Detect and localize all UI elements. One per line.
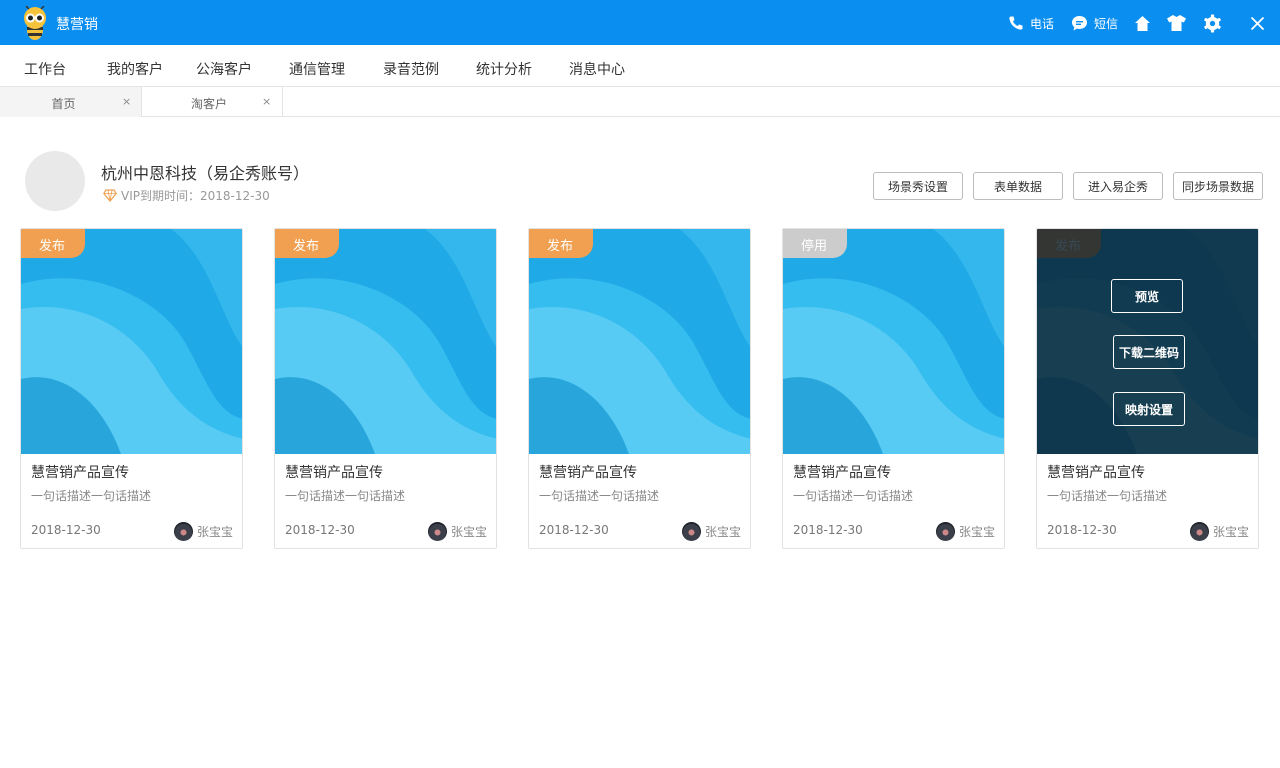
status-badge: 发布 <box>529 229 593 258</box>
phone-button[interactable]: 电话 <box>1008 12 1054 34</box>
tab-bar: 首页 × 淘客户 × <box>0 87 1280 117</box>
author-name: 张宝宝 <box>1212 525 1249 539</box>
phone-icon <box>1009 16 1023 30</box>
account-avatar <box>25 151 85 211</box>
card-date: 2018-12-30 <box>793 523 863 537</box>
author-name: 张宝宝 <box>704 525 741 539</box>
diamond-icon <box>103 189 117 202</box>
enter-eqxiu-button[interactable]: 进入易企秀 <box>1073 172 1163 200</box>
card-date: 2018-12-30 <box>1047 523 1117 537</box>
tab-label: 首页 <box>51 97 76 111</box>
close-window-button[interactable] <box>1250 12 1265 34</box>
sync-scene-data-button[interactable]: 同步场景数据 <box>1173 172 1263 200</box>
card-date: 2018-12-30 <box>285 523 355 537</box>
status-badge: 发布 <box>275 229 339 258</box>
vip-label: VIP到期时间： <box>121 189 200 203</box>
tab-find-customers[interactable]: 淘客户 × <box>142 87 283 117</box>
card-title: 慧营销产品宣传 <box>793 465 891 481</box>
card-title: 慧营销产品宣传 <box>31 465 129 481</box>
phone-label: 电话 <box>1030 16 1055 31</box>
author-avatar <box>681 522 701 541</box>
card-description: 一句话描述一句话描述 <box>793 489 914 503</box>
author-avatar <box>173 522 193 541</box>
scene-card[interactable]: 发布 预览 下载二维码 映射设置 慧营销产品宣传 一句话描述一句话描述 2018… <box>1036 228 1259 549</box>
card-author: 张宝宝 <box>1189 522 1249 541</box>
menu-item-statistics[interactable]: 统计分析 <box>476 59 532 79</box>
menu-item-my-customers[interactable]: 我的客户 <box>107 59 163 79</box>
sms-label: 短信 <box>1094 16 1119 31</box>
card-title: 慧营销产品宣传 <box>1047 465 1145 481</box>
download-qr-button[interactable]: 下载二维码 <box>1113 335 1185 369</box>
status-badge: 发布 <box>21 229 85 258</box>
title-bar: 慧营销 电话 短信 <box>0 0 1280 45</box>
scene-card[interactable]: 停用 慧营销产品宣传 一句话描述一句话描述 2018-12-30 张宝宝 <box>782 228 1005 549</box>
card-title: 慧营销产品宣传 <box>539 465 637 481</box>
card-description: 一句话描述一句话描述 <box>539 489 660 503</box>
card-author: 张宝宝 <box>173 522 233 541</box>
author-name: 张宝宝 <box>450 525 487 539</box>
bee-logo-icon <box>24 6 46 40</box>
app-title: 慧营销 <box>56 17 98 33</box>
tab-label: 淘客户 <box>190 97 227 111</box>
shirt-icon <box>1167 15 1186 31</box>
card-description: 一句话描述一句话描述 <box>31 489 152 503</box>
author-name: 张宝宝 <box>196 525 233 539</box>
menu-item-recording-examples[interactable]: 录音范例 <box>383 59 439 79</box>
card-description: 一句话描述一句话描述 <box>1047 489 1168 503</box>
card-date: 2018-12-30 <box>539 523 609 537</box>
form-data-button[interactable]: 表单数据 <box>973 172 1063 200</box>
home-icon <box>1135 15 1150 31</box>
scene-card[interactable]: 发布 慧营销产品宣传 一句话描述一句话描述 2018-12-30 张宝宝 <box>20 228 243 549</box>
author-name: 张宝宝 <box>958 525 995 539</box>
tab-home[interactable]: 首页 × <box>0 87 142 117</box>
close-icon <box>1250 16 1265 30</box>
message-icon <box>1072 15 1087 30</box>
card-date: 2018-12-30 <box>31 523 101 537</box>
menu-item-workbench[interactable]: 工作台 <box>24 59 66 79</box>
skin-button[interactable] <box>1166 12 1187 34</box>
card-hover-overlay: 预览 下载二维码 映射设置 <box>1037 229 1258 454</box>
author-avatar <box>935 522 955 541</box>
vip-expiry: VIP到期时间： 2018-12-30 <box>103 187 270 204</box>
sms-button[interactable]: 短信 <box>1071 12 1118 34</box>
scene-thumbnail <box>529 229 750 454</box>
menu-item-communication[interactable]: 通信管理 <box>289 59 345 79</box>
author-avatar <box>427 522 447 541</box>
scene-thumbnail <box>275 229 496 454</box>
menu-item-public-customers[interactable]: 公海客户 <box>196 59 252 79</box>
vip-date: 2018-12-30 <box>200 188 270 203</box>
tab-close-icon[interactable]: × <box>122 95 131 108</box>
mapping-settings-button[interactable]: 映射设置 <box>1113 392 1185 426</box>
card-author: 张宝宝 <box>427 522 487 541</box>
scene-settings-button[interactable]: 场景秀设置 <box>873 172 963 200</box>
scene-card[interactable]: 发布 慧营销产品宣传 一句话描述一句话描述 2018-12-30 张宝宝 <box>274 228 497 549</box>
card-title: 慧营销产品宣传 <box>285 465 383 481</box>
menu-item-messages[interactable]: 消息中心 <box>569 59 625 79</box>
gear-icon <box>1204 13 1221 33</box>
scene-card[interactable]: 发布 慧营销产品宣传 一句话描述一句话描述 2018-12-30 张宝宝 <box>528 228 751 549</box>
settings-button[interactable] <box>1203 12 1222 34</box>
scene-thumbnail <box>783 229 1004 454</box>
author-avatar <box>1189 522 1209 541</box>
status-badge: 停用 <box>783 229 847 258</box>
card-author: 张宝宝 <box>681 522 741 541</box>
card-author: 张宝宝 <box>935 522 995 541</box>
main-menu: 工作台 我的客户 公海客户 通信管理 录音范例 统计分析 消息中心 <box>0 45 1280 87</box>
card-description: 一句话描述一句话描述 <box>285 489 406 503</box>
tab-close-icon[interactable]: × <box>262 95 271 108</box>
account-name: 杭州中恩科技（易企秀账号） <box>101 164 310 183</box>
scene-thumbnail <box>21 229 242 454</box>
home-button[interactable] <box>1134 12 1151 34</box>
preview-button[interactable]: 预览 <box>1111 279 1183 313</box>
